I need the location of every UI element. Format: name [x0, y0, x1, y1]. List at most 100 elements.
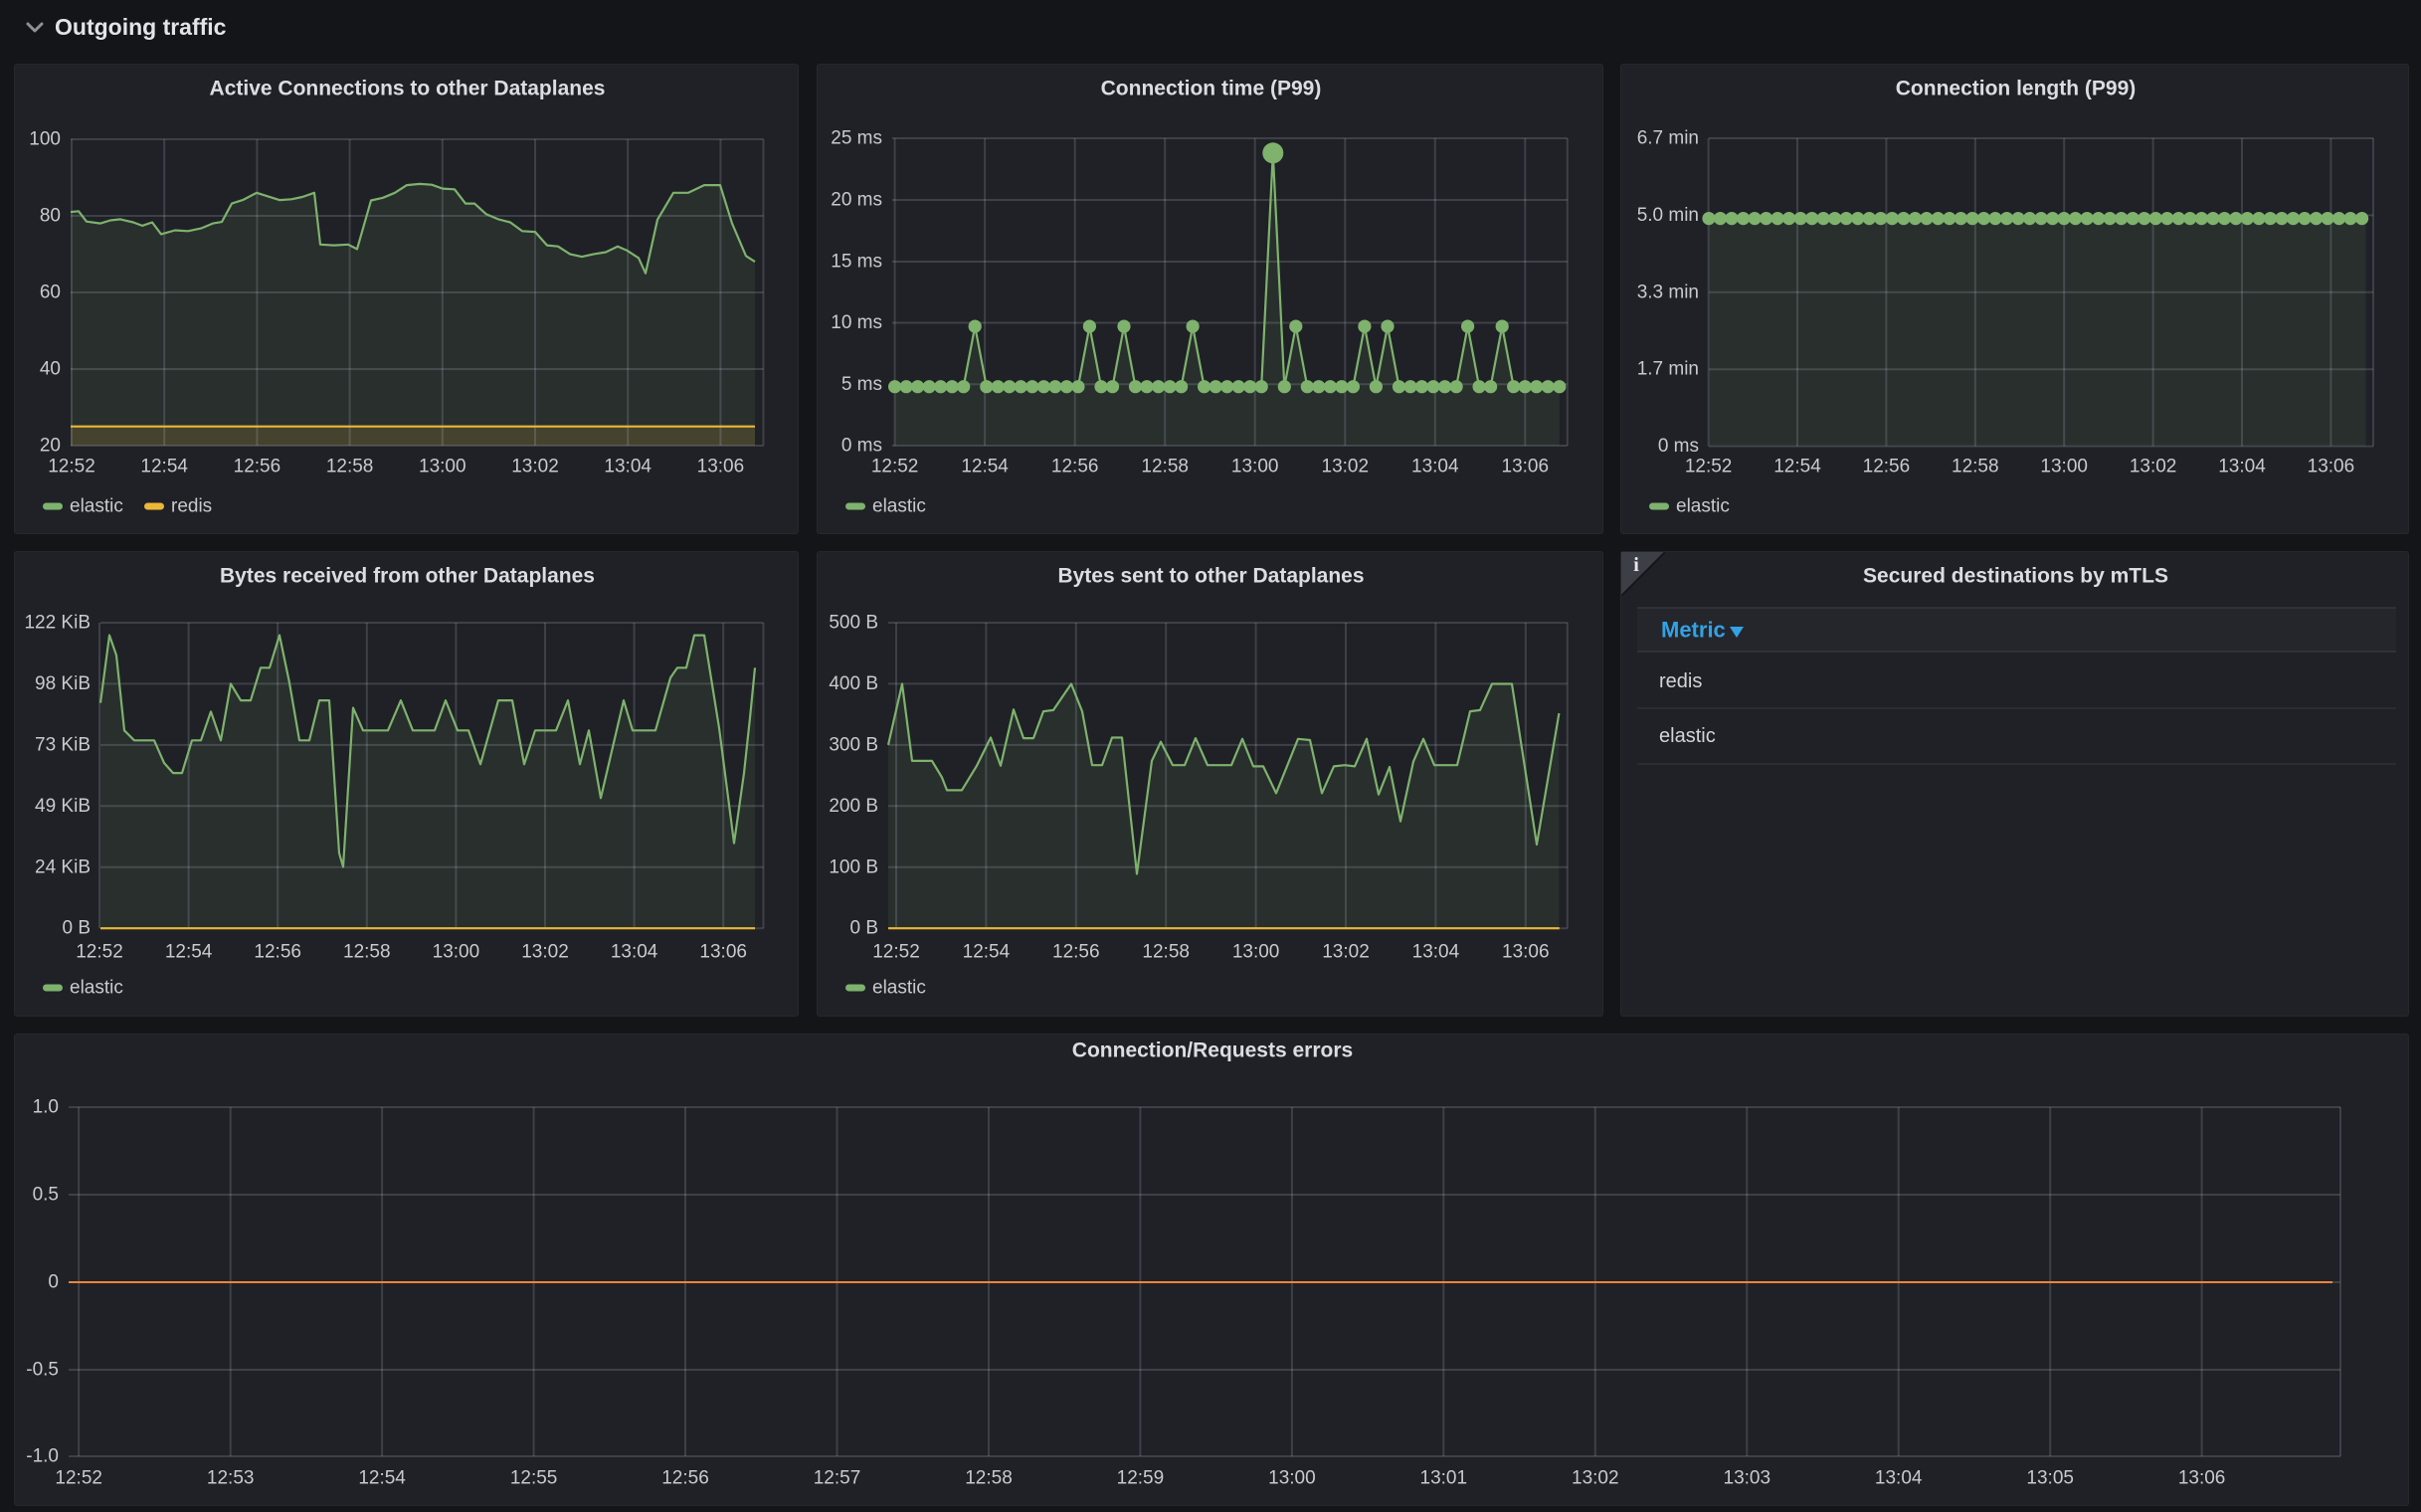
svg-text:12:56: 12:56: [254, 942, 301, 963]
svg-text:13:04: 13:04: [611, 942, 658, 963]
svg-text:elastic: elastic: [872, 978, 926, 999]
svg-text:13:04: 13:04: [604, 457, 652, 477]
svg-text:elastic: elastic: [872, 496, 926, 517]
svg-text:12:56: 12:56: [234, 457, 281, 477]
svg-text:12:54: 12:54: [140, 457, 188, 477]
svg-text:12:52: 12:52: [1685, 457, 1733, 477]
svg-text:13:02: 13:02: [1322, 457, 1370, 477]
svg-text:12:58: 12:58: [343, 942, 391, 963]
svg-text:12:58: 12:58: [1142, 942, 1190, 963]
svg-text:Connection time (P99): Connection time (P99): [1101, 78, 1322, 100]
svg-text:Active Connections to other Da: Active Connections to other Dataplanes: [210, 78, 606, 100]
svg-text:-1.0: -1.0: [26, 1446, 59, 1467]
svg-text:400 B: 400 B: [829, 673, 878, 694]
svg-text:0 B: 0 B: [849, 918, 878, 939]
svg-text:13:04: 13:04: [1411, 457, 1459, 477]
svg-text:24 KiB: 24 KiB: [35, 856, 91, 877]
svg-text:122 KiB: 122 KiB: [24, 613, 91, 634]
svg-text:13:00: 13:00: [1268, 1468, 1316, 1489]
svg-text:3.3 min: 3.3 min: [1637, 282, 1699, 302]
svg-text:0.5: 0.5: [33, 1185, 59, 1206]
svg-text:13:00: 13:00: [433, 942, 480, 963]
svg-text:-0.5: -0.5: [26, 1360, 59, 1381]
svg-text:Metric: Metric: [1661, 618, 1726, 643]
svg-text:100: 100: [29, 129, 61, 150]
svg-text:0 B: 0 B: [62, 918, 91, 939]
svg-text:0 ms: 0 ms: [841, 436, 882, 457]
svg-text:49 KiB: 49 KiB: [35, 796, 91, 817]
svg-text:13:02: 13:02: [521, 942, 569, 963]
svg-text:13:04: 13:04: [2218, 457, 2266, 477]
svg-text:12:54: 12:54: [961, 457, 1009, 477]
svg-text:1.7 min: 1.7 min: [1637, 359, 1699, 380]
svg-text:60: 60: [40, 283, 61, 303]
svg-text:12:57: 12:57: [814, 1468, 861, 1489]
svg-text:0 ms: 0 ms: [1658, 436, 1699, 457]
svg-text:12:54: 12:54: [1773, 457, 1821, 477]
svg-text:20 ms: 20 ms: [831, 190, 882, 211]
svg-text:13:00: 13:00: [1231, 457, 1279, 477]
svg-text:13:06: 13:06: [2308, 457, 2355, 477]
svg-text:12:58: 12:58: [965, 1468, 1013, 1489]
svg-text:13:00: 13:00: [1232, 942, 1280, 963]
svg-text:redis: redis: [1659, 670, 1702, 692]
svg-text:12:59: 12:59: [1117, 1468, 1165, 1489]
svg-text:12:52: 12:52: [76, 942, 123, 963]
svg-text:200 B: 200 B: [829, 796, 878, 817]
svg-text:13:06: 13:06: [699, 942, 747, 963]
svg-text:10 ms: 10 ms: [831, 312, 882, 333]
svg-text:12:56: 12:56: [1863, 457, 1911, 477]
svg-text:13:01: 13:01: [1420, 1468, 1468, 1489]
svg-text:13:06: 13:06: [1502, 457, 1550, 477]
svg-text:73 KiB: 73 KiB: [35, 734, 91, 755]
svg-text:5.0 min: 5.0 min: [1637, 205, 1699, 226]
svg-text:13:00: 13:00: [419, 457, 466, 477]
svg-text:13:00: 13:00: [2040, 457, 2088, 477]
svg-text:12:55: 12:55: [510, 1468, 558, 1489]
svg-text:elastic: elastic: [1676, 496, 1730, 517]
svg-text:15 ms: 15 ms: [831, 252, 882, 273]
svg-text:12:54: 12:54: [358, 1468, 406, 1489]
svg-text:12:53: 12:53: [207, 1468, 255, 1489]
svg-text:i: i: [1633, 554, 1639, 576]
svg-text:Secured destinations by mTLS: Secured destinations by mTLS: [1863, 565, 2168, 588]
svg-text:12:54: 12:54: [165, 942, 213, 963]
svg-text:12:58: 12:58: [326, 457, 374, 477]
svg-text:12:58: 12:58: [1141, 457, 1189, 477]
svg-text:12:56: 12:56: [661, 1468, 709, 1489]
svg-text:25 ms: 25 ms: [831, 128, 882, 149]
svg-text:13:04: 13:04: [1875, 1468, 1923, 1489]
svg-text:13:03: 13:03: [1724, 1468, 1771, 1489]
svg-text:elastic: elastic: [70, 978, 123, 999]
svg-text:redis: redis: [171, 496, 212, 517]
svg-text:20: 20: [40, 436, 61, 457]
svg-text:100 B: 100 B: [829, 856, 878, 877]
svg-text:40: 40: [40, 359, 61, 380]
svg-text:13:06: 13:06: [2178, 1468, 2226, 1489]
svg-text:13:02: 13:02: [511, 457, 559, 477]
svg-text:elastic: elastic: [1659, 725, 1716, 747]
svg-text:6.7 min: 6.7 min: [1637, 128, 1699, 149]
svg-text:elastic: elastic: [70, 496, 123, 517]
svg-text:Bytes received from other Data: Bytes received from other Dataplanes: [220, 565, 595, 588]
svg-text:13:04: 13:04: [1412, 942, 1460, 963]
svg-text:13:02: 13:02: [2130, 457, 2177, 477]
svg-text:500 B: 500 B: [829, 613, 878, 634]
svg-text:0: 0: [48, 1272, 59, 1293]
svg-text:Connection length (P99): Connection length (P99): [1896, 78, 2137, 100]
svg-text:12:52: 12:52: [872, 942, 920, 963]
svg-text:12:58: 12:58: [1952, 457, 1999, 477]
svg-text:98 KiB: 98 KiB: [35, 673, 91, 694]
svg-text:13:06: 13:06: [1502, 942, 1550, 963]
svg-text:12:56: 12:56: [1051, 457, 1099, 477]
svg-text:13:06: 13:06: [697, 457, 745, 477]
svg-text:12:52: 12:52: [55, 1468, 102, 1489]
svg-text:Connection/Requests errors: Connection/Requests errors: [1072, 1040, 1353, 1062]
svg-text:12:52: 12:52: [871, 457, 919, 477]
svg-text:300 B: 300 B: [829, 734, 878, 755]
svg-text:13:02: 13:02: [1322, 942, 1370, 963]
svg-text:13:05: 13:05: [2026, 1468, 2074, 1489]
svg-text:13:02: 13:02: [1572, 1468, 1619, 1489]
svg-text:80: 80: [40, 206, 61, 227]
svg-text:1.0: 1.0: [33, 1097, 59, 1118]
